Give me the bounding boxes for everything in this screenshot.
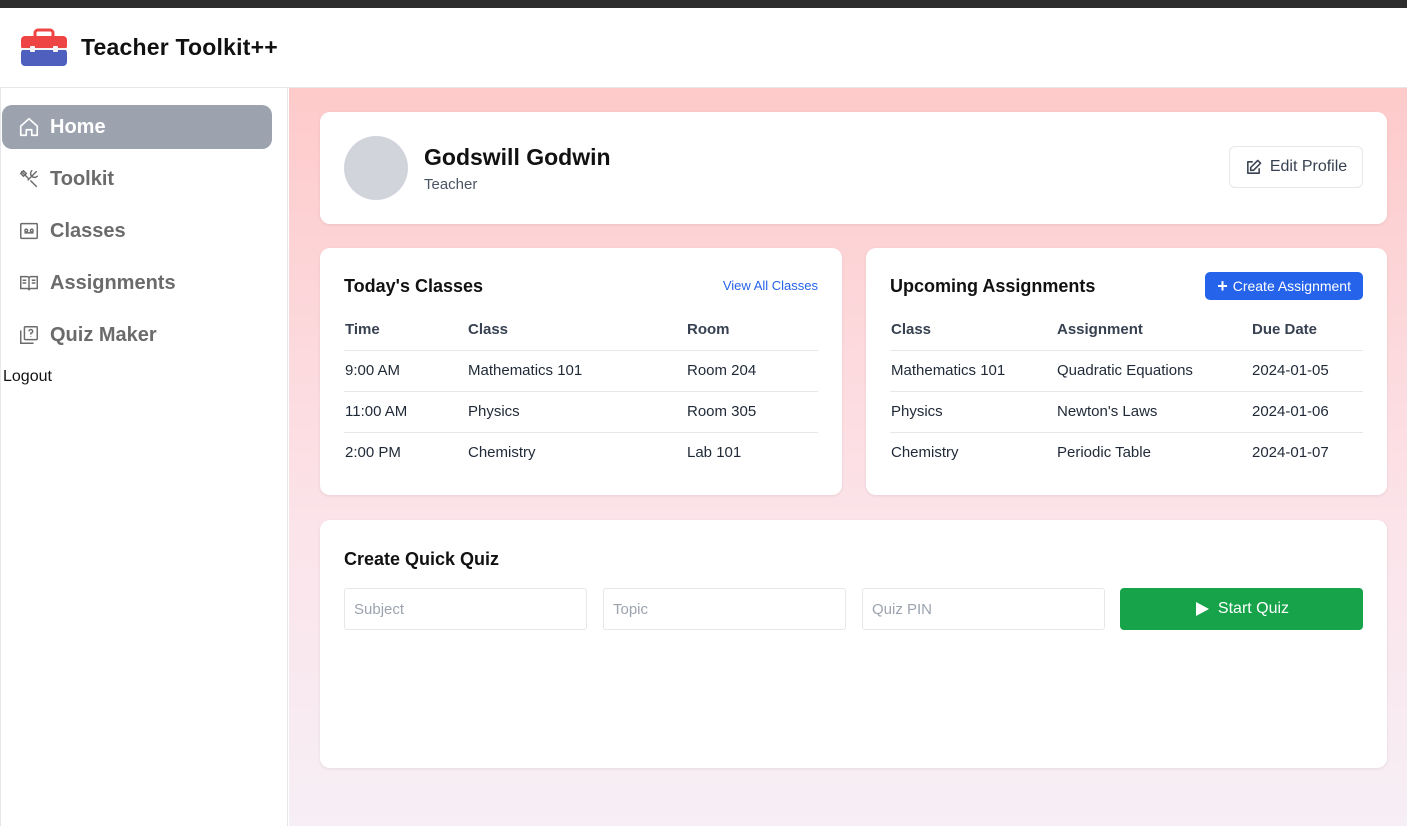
table-header-row: Class Assignment Due Date — [890, 309, 1363, 351]
book-icon — [20, 275, 38, 291]
table-cell: 11:00 AM — [344, 391, 467, 433]
classes-icon — [20, 222, 38, 240]
profile-card: Godswill Godwin Teacher Edit Profile — [320, 112, 1387, 224]
sidebar-item-label: Assignments — [50, 271, 176, 294]
sidebar-item-assignments[interactable]: Assignments — [2, 261, 272, 305]
table-cell: Physics — [890, 391, 1056, 433]
window-top-strip — [0, 0, 1407, 8]
table-cell: Chemistry — [891, 444, 959, 462]
edit-profile-label: Edit Profile — [1269, 158, 1348, 175]
column-header: Class — [467, 309, 686, 351]
quick-quiz-title: Create Quick Quiz — [344, 549, 500, 569]
table-row: 9:00 AM Mathematics 101 Room 204 — [344, 350, 818, 392]
sidebar-item-label: Classes — [50, 219, 126, 242]
table-cell: Newton's Laws — [1056, 391, 1251, 433]
quiz-pin-input[interactable] — [862, 588, 1105, 630]
tools-icon — [19, 169, 38, 188]
classes-title: Today's Classes — [344, 276, 484, 296]
table-cell: Mathematics 101 — [467, 350, 686, 392]
logout-link[interactable]: Logout — [3, 368, 52, 386]
table-cell: 9:00 AM — [344, 350, 467, 392]
table-cell: Physics — [467, 391, 686, 433]
app-header: Teacher Toolkit++ — [0, 8, 1407, 88]
column-header: Room — [686, 309, 818, 351]
quick-quiz-card: Create Quick Quiz Start Quiz — [320, 520, 1387, 768]
edit-profile-button[interactable]: Edit Profile — [1229, 146, 1363, 188]
table-cell: Mathematics 101 — [890, 350, 1056, 392]
table-header-row: Time Class Room — [344, 309, 818, 351]
column-header: Due Date — [1251, 309, 1363, 351]
sidebar-item-label: Toolkit — [50, 167, 115, 190]
sidebar-item-quiz-maker[interactable]: Quiz Maker — [2, 313, 272, 357]
assignments-table: Class Assignment Due Date Mathematics 10… — [890, 309, 1363, 473]
table-cell: Room 204 — [686, 350, 818, 392]
app-title: Teacher Toolkit++ — [81, 34, 278, 60]
quiz-icon — [20, 326, 38, 344]
toolbox-logo-icon — [21, 28, 67, 66]
table-cell: 2:00 PM — [345, 444, 401, 462]
upcoming-assignments-card: Upcoming Assignments + Create Assignment… — [866, 248, 1387, 495]
edit-icon — [1246, 159, 1262, 174]
sidebar-item-label: Quiz Maker — [50, 323, 157, 346]
todays-classes-card: Today's Classes View All Classes Time Cl… — [320, 248, 842, 495]
sidebar: Home Toolkit Classes Assignments Quiz Ma… — [0, 88, 288, 826]
assignments-title: Upcoming Assignments — [890, 276, 1096, 296]
sidebar-item-label: Home — [50, 115, 106, 138]
profile-role: Teacher — [424, 176, 478, 193]
column-header: Time — [344, 309, 467, 351]
view-all-classes-link[interactable]: View All Classes — [723, 278, 818, 293]
table-cell: Lab 101 — [687, 444, 742, 462]
table-cell: Periodic Table — [1057, 444, 1151, 462]
subject-input[interactable] — [344, 588, 587, 630]
classes-table: Time Class Room 9:00 AM Mathematics 101 … — [344, 309, 818, 473]
create-assignment-button[interactable]: + Create Assignment — [1205, 272, 1363, 300]
start-quiz-button[interactable]: Start Quiz — [1120, 588, 1363, 630]
table-cell: Room 305 — [686, 391, 818, 433]
topic-input[interactable] — [603, 588, 846, 630]
start-quiz-label: Start Quiz — [1217, 600, 1290, 617]
table-row: 2:00 PM Chemistry Lab 101 — [344, 432, 818, 473]
create-assignment-label: Create Assignment — [1232, 278, 1351, 294]
column-header: Class — [890, 309, 1056, 351]
plus-icon: + — [1217, 276, 1228, 296]
profile-name: Godswill Godwin — [424, 144, 611, 170]
table-cell: 2024-01-06 — [1251, 391, 1363, 433]
main-content: Godswill Godwin Teacher Edit Profile Tod… — [289, 88, 1407, 826]
table-row: Physics Newton's Laws 2024-01-06 — [890, 391, 1363, 433]
table-cell: Quadratic Equations — [1056, 350, 1251, 392]
table-row: Mathematics 101 Quadratic Equations 2024… — [890, 350, 1363, 392]
play-icon — [1195, 602, 1209, 616]
table-cell: Chemistry — [468, 444, 536, 462]
sidebar-item-home[interactable]: Home — [2, 105, 272, 149]
sidebar-item-toolkit[interactable]: Toolkit — [2, 157, 272, 201]
sidebar-item-classes[interactable]: Classes — [2, 209, 272, 253]
table-cell: 2024-01-05 — [1251, 350, 1363, 392]
home-icon — [19, 117, 39, 137]
table-row: 11:00 AM Physics Room 305 — [344, 391, 818, 433]
table-row: Chemistry Periodic Table 2024-01-07 — [890, 432, 1363, 473]
avatar — [344, 136, 408, 200]
column-header: Assignment — [1056, 309, 1251, 351]
table-cell: 2024-01-07 — [1252, 444, 1329, 462]
